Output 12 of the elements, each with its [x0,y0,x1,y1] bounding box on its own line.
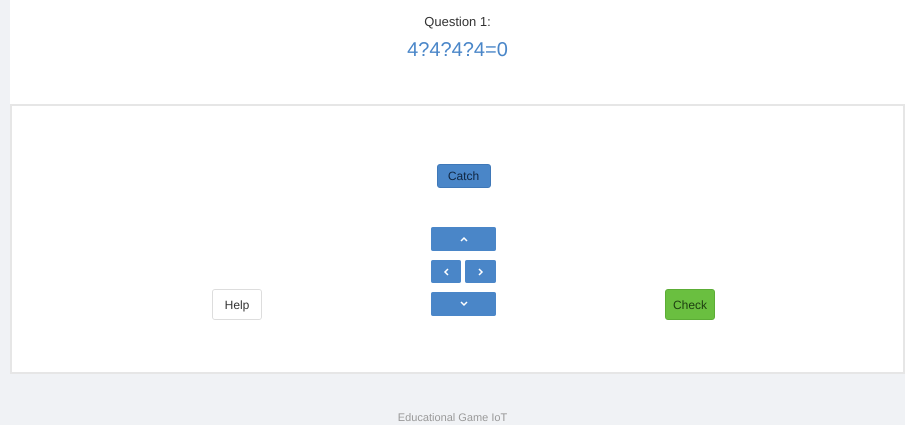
chevron-left-icon [443,268,449,276]
question-expression: 4?4?4?4=0 [407,39,508,62]
chevron-up-icon [460,236,468,242]
check-button[interactable]: Check [665,289,715,320]
footer-text: Educational Game IoT [398,412,508,424]
question-label: Question 1: [424,14,491,29]
right-button[interactable] [465,260,496,283]
chevron-down-icon [460,301,468,307]
chevron-right-icon [478,268,484,276]
catch-button[interactable]: Catch [436,164,490,188]
help-button[interactable]: Help [212,289,262,320]
left-button[interactable] [431,260,461,283]
